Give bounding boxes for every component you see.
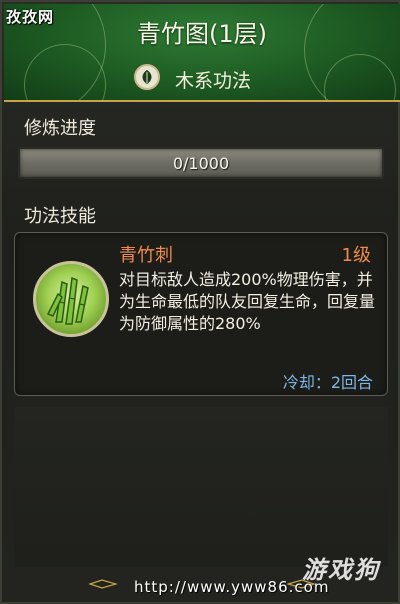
technique-panel: 青竹图(1层) 木系功法 孜孜网 修炼进度 0/1000 功法技能 青竹刺 1级…: [0, 0, 400, 604]
panel-header: 青竹图(1层) 木系功法: [4, 4, 400, 102]
skill-name: 青竹刺: [119, 245, 173, 266]
progress-text: 0/1000: [172, 154, 230, 173]
watermark-url: http://www.yww86.com: [134, 578, 330, 596]
element-type-label: 木系功法: [175, 70, 252, 92]
watermark-site-name: 孜孜网: [6, 8, 55, 26]
background-decor: [14, 407, 388, 567]
element-type-badge: 木系功法: [129, 64, 279, 92]
leaf-icon: [134, 64, 160, 90]
skill-level: 1级: [341, 245, 371, 266]
skill-description: 对目标敌人造成200%物理伤害，并为生命最低的队友回复生命，回复量为防御属性的2…: [119, 270, 376, 333]
page-title: 青竹图(1层): [137, 20, 267, 48]
cultivation-progress-bar: 0/1000: [18, 147, 384, 179]
skill-cooldown: 冷却：2回合: [282, 373, 373, 392]
bamboo-icon: [33, 261, 109, 337]
progress-section-label: 修炼进度: [24, 118, 96, 139]
ornament-icon: [88, 579, 118, 589]
skill-card[interactable]: 青竹刺 1级 对目标敌人造成200%物理伤害，并为生命最低的队友回复生命，回复量…: [14, 232, 388, 396]
skills-section-label: 功法技能: [24, 206, 96, 227]
